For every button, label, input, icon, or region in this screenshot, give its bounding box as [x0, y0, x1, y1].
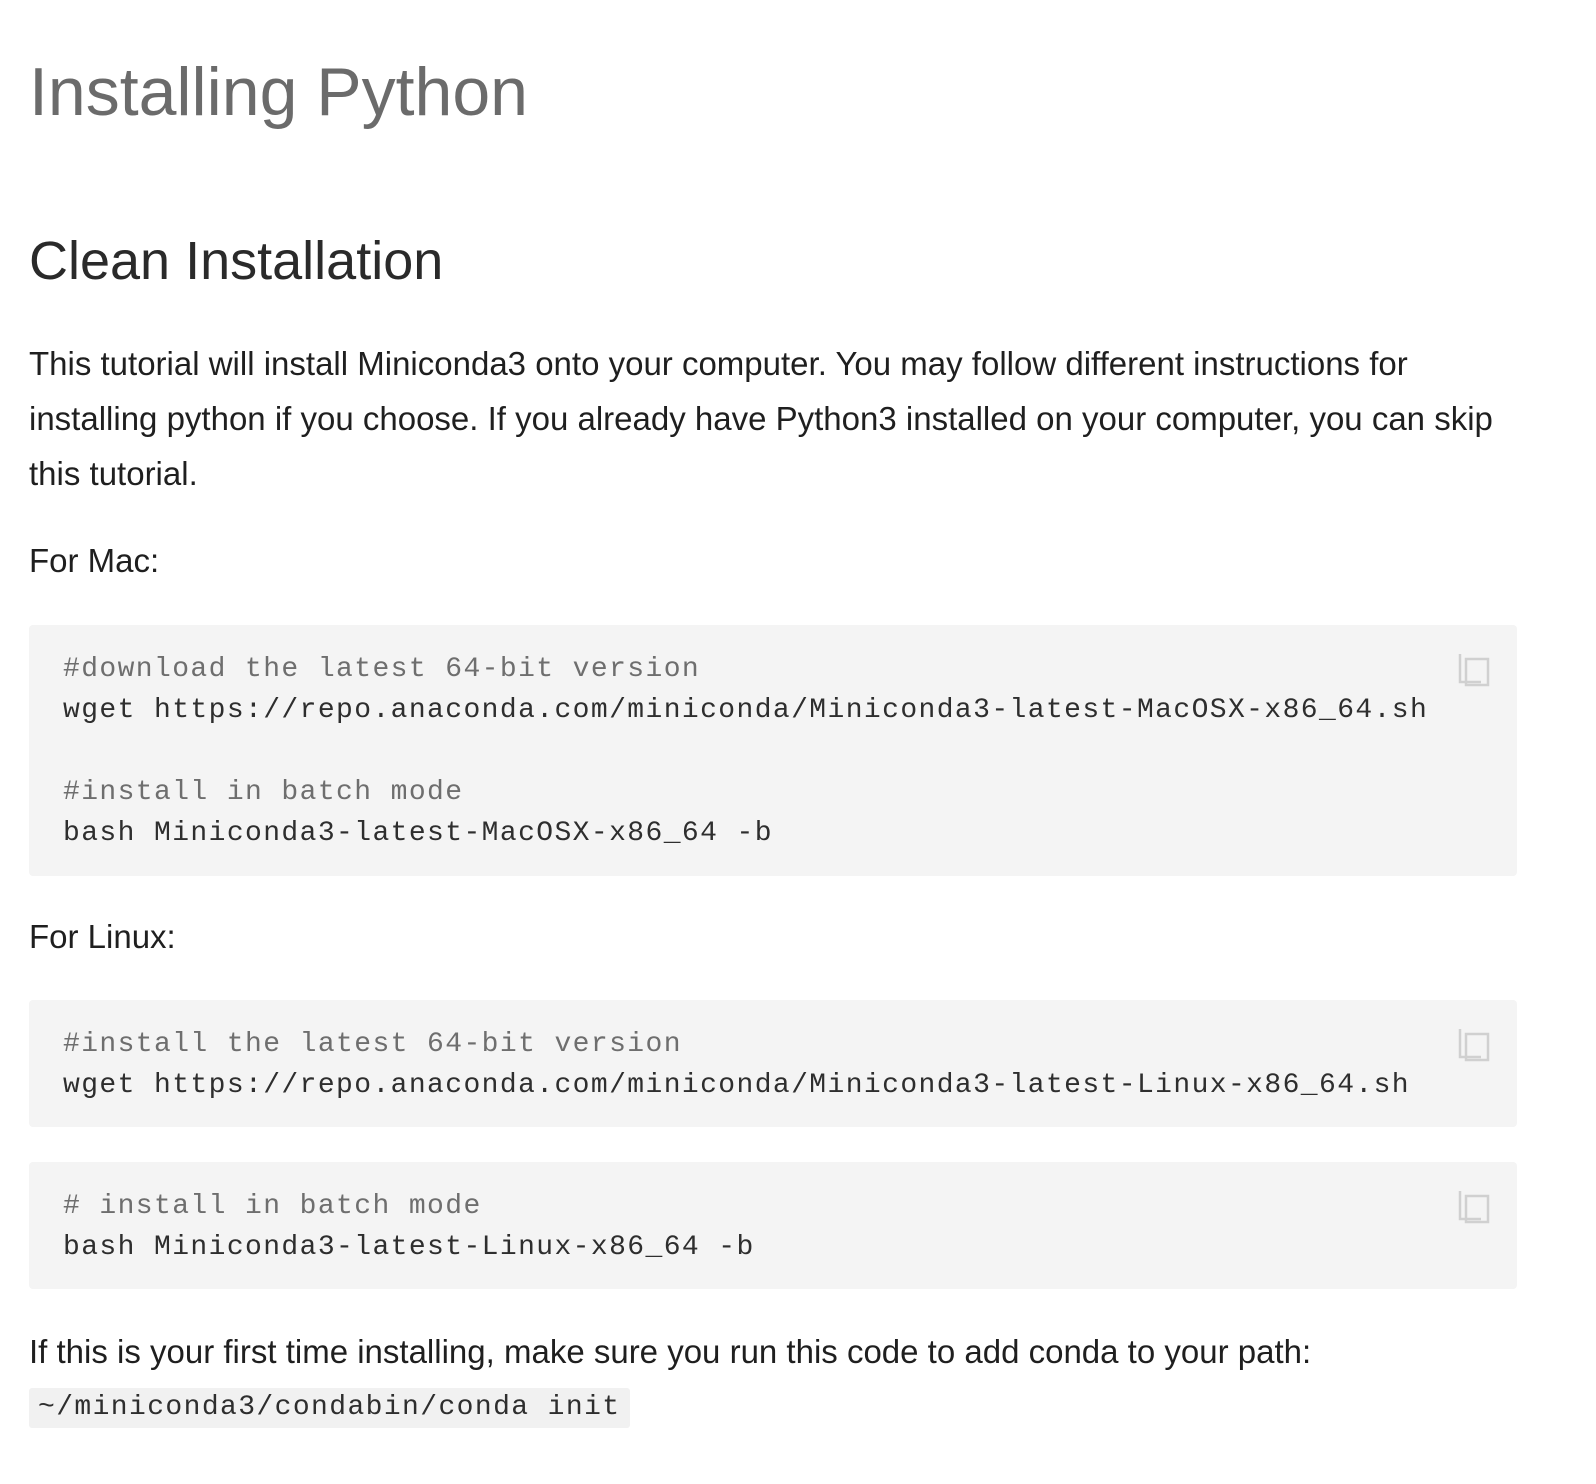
copy-icon[interactable]: [1457, 1186, 1491, 1224]
mac-label: For Mac:: [29, 542, 160, 579]
copy-icon[interactable]: [1457, 1024, 1491, 1062]
footer-instruction: If this is your first time installing, m…: [29, 1333, 1312, 1370]
copy-icon-graphic: [1458, 1191, 1490, 1224]
copy-icon-graphic: [1458, 654, 1490, 687]
linux-label: For Linux:: [29, 918, 176, 955]
copy-icon-graphic: [1458, 1029, 1490, 1062]
linux-code-block-2[interactable]: # install in batch mode bash Miniconda3-…: [29, 1162, 1517, 1289]
code-comment: #download the latest 64-bit version: [63, 654, 701, 685]
page-title: Installing Python: [29, 54, 528, 130]
code-line: bash Miniconda3-latest-Linux-x86_64 -b: [63, 1232, 755, 1263]
inline-code-conda-init: ~/miniconda3/condabin/conda init: [29, 1388, 630, 1428]
intro-paragraph: This tutorial will install Miniconda3 on…: [29, 345, 1493, 492]
linux-code-block-1[interactable]: #install the latest 64-bit version wget …: [29, 1000, 1517, 1127]
code-line: wget https://repo.anaconda.com/miniconda…: [63, 1070, 1411, 1101]
code-comment: # install in batch mode: [63, 1191, 482, 1222]
code-comment: #install the latest 64-bit version: [63, 1029, 682, 1060]
section-title: Clean Installation: [29, 231, 444, 291]
code-line: bash Miniconda3-latest-MacOSX-x86_64 -b: [63, 818, 773, 849]
copy-icon[interactable]: [1457, 649, 1491, 687]
code-comment: #install in batch mode: [63, 777, 464, 808]
code-line: wget https://repo.anaconda.com/miniconda…: [63, 695, 1429, 726]
mac-code-block[interactable]: #download the latest 64-bit version wget…: [29, 625, 1517, 876]
